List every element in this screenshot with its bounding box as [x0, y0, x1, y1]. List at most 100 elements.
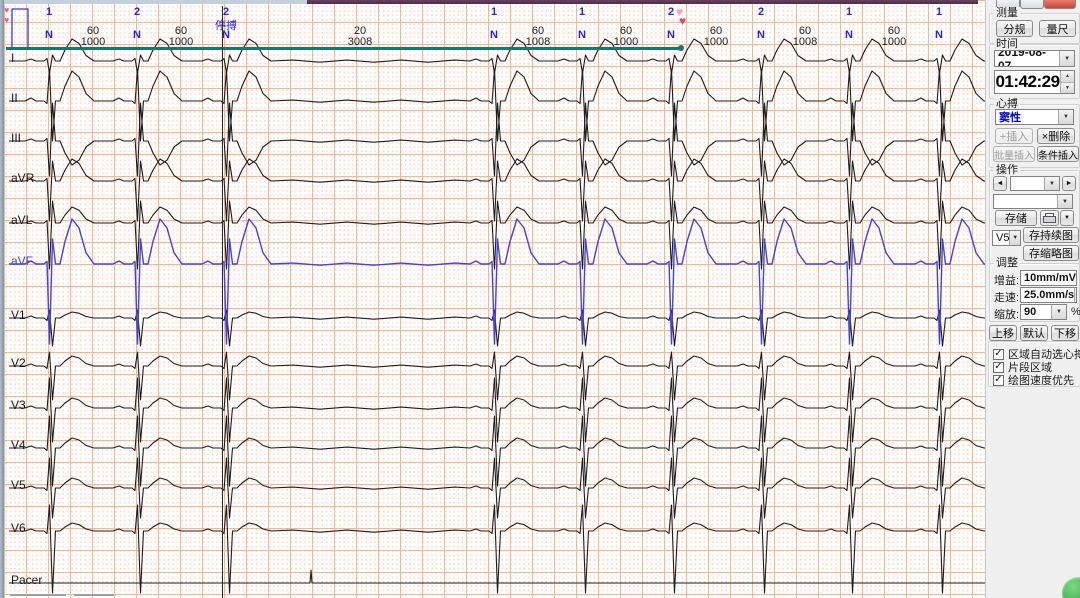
beat-type-label[interactable]: N [845, 29, 853, 41]
beat-number[interactable]: 1 [846, 6, 852, 18]
event-marker-icon: ♥ [4, 15, 10, 25]
beat-number[interactable]: 1 [46, 6, 52, 18]
speed-value: 25.0mm/s [1024, 289, 1075, 301]
spin-down-icon[interactable]: ▼ [1061, 82, 1074, 93]
beat-number[interactable]: 1 [579, 6, 585, 18]
template-select[interactable]: ▼ [993, 194, 1073, 209]
ecg-waveforms [9, 8, 985, 594]
chevron-down-icon[interactable]: ▼ [1044, 177, 1059, 190]
time-cursor-line[interactable] [222, 6, 223, 598]
control-sidebar: 测量 分规 量尺 时间 2019-08-07 ▼ 01:42:29 ▲ ▼ 心搏… [985, 0, 1080, 598]
cutoff-status-text [74, 594, 114, 596]
chevron-down-icon[interactable]: ▼ [1074, 288, 1076, 302]
beat-number[interactable]: 2 [758, 6, 764, 18]
date-value: 2019-08-07 [998, 50, 1047, 67]
insert-beat-button[interactable]: +插入 [995, 128, 1033, 144]
batch-insert-button[interactable]: 批量插入 [993, 146, 1035, 162]
beat-group: 心搏 窦性 ▼ +插入 ×删除 批量插入 条件插入 [989, 98, 1080, 168]
beat-number[interactable]: 2 [134, 6, 140, 18]
beat-type-label[interactable]: N [45, 29, 53, 41]
lead-select-value: V5 [996, 232, 1010, 244]
move-up-button[interactable]: 上移 [989, 325, 1017, 341]
prev-arrow-button[interactable]: ◄ [993, 176, 1007, 191]
beat-type-label[interactable]: N [757, 29, 765, 41]
event-select[interactable]: ▼ [1010, 176, 1060, 191]
titlebar-sliver-right [307, 0, 978, 4]
close-button[interactable] [1044, 0, 1076, 9]
zoom-value: 90 [1024, 306, 1037, 318]
lead-label-Pacer: Pacer [11, 573, 43, 587]
rr-value: 1000 [881, 36, 907, 48]
lead-label-aVF: aVF [11, 254, 34, 268]
checkbox-icon[interactable]: ✓ [993, 348, 1004, 360]
selection-range-endpoint[interactable] [678, 45, 684, 51]
speed-label: 走速: [994, 292, 1020, 304]
ecg-strip-view[interactable]: 1 N 2 N 2 停搏 N 1 N 1 N 2 N ♥ ♥ 2 N 1 N 1 N 60 1000 60 1000 20 3008… [4, 0, 985, 598]
rr-value: 1000 [613, 36, 639, 48]
lead-trace-aVF [9, 218, 985, 345]
operation-group: 操作 ◄ ▼ ► ▼ 存储 ▼ V5 ▼ 存持续图 存缩略图 [989, 164, 1080, 264]
beat-type-label[interactable]: N [490, 29, 498, 41]
beat-type-select[interactable]: 窦性 ▼ [995, 109, 1074, 125]
print-options-dropdown[interactable]: ▼ [1060, 210, 1074, 226]
date-select[interactable]: 2019-08-07 ▼ [994, 50, 1075, 67]
lead-label-II: II [11, 91, 18, 105]
beat-type-label[interactable]: N [133, 29, 141, 41]
chevron-down-icon[interactable]: ▼ [1051, 305, 1066, 319]
time-value: 01:42:29 [995, 72, 1060, 91]
lead-label-V1: V1 [11, 308, 26, 322]
spin-up-icon[interactable]: ▲ [1061, 71, 1074, 83]
lead-label-V3: V3 [11, 398, 26, 412]
selection-range-line[interactable] [6, 47, 680, 50]
chevron-down-icon[interactable]: ▼ [1059, 51, 1074, 66]
gain-value: 10mm/mV [1024, 272, 1076, 284]
beat-number[interactable]: 1 [936, 6, 942, 18]
checkbox-label: 绘图速度优先 [1008, 375, 1074, 387]
save-thumbnail-button[interactable]: 存缩略图 [1023, 245, 1079, 261]
time-group-title: 时间 [994, 38, 1020, 50]
beat-number[interactable]: 2 [668, 6, 674, 18]
chevron-down-icon[interactable]: ▼ [1009, 231, 1020, 245]
holter-analysis-window: 1 N 2 N 2 停搏 N 1 N 1 N 2 N ♥ ♥ 2 N 1 N 1 N 60 1000 60 1000 20 3008… [0, 0, 1080, 598]
option-checkbox-row[interactable]: ✓ 绘图速度优先 [993, 372, 1074, 388]
maximize-button[interactable] [1020, 0, 1044, 9]
operation-group-title: 操作 [994, 164, 1020, 176]
lead-select[interactable]: V5 ▼ [992, 230, 1021, 246]
beat-type-label[interactable]: N [935, 29, 943, 41]
chevron-down-icon[interactable]: ▼ [1058, 110, 1073, 124]
beat-type-label[interactable]: N [667, 29, 675, 41]
conditional-insert-button[interactable]: 条件插入 [1037, 146, 1079, 162]
gain-select[interactable]: 10mm/mV ▼ [1020, 270, 1077, 286]
checkbox-icon[interactable]: ✓ [993, 361, 1004, 373]
lead-trace-I [9, 38, 985, 74]
caliper-button[interactable]: 分规 [996, 20, 1033, 37]
print-button[interactable] [1040, 210, 1059, 226]
adjust-group: 调整 增益: 10mm/mV ▼ 走速: 25.0mm/s ▼ 缩放: 90 ▼… [989, 257, 1080, 322]
rr-value: 1000 [703, 36, 729, 48]
time-spinner[interactable]: 01:42:29 ▲ ▼ [994, 70, 1075, 94]
default-button[interactable]: 默认 [1020, 325, 1048, 341]
delete-beat-button[interactable]: ×删除 [1037, 128, 1075, 144]
beat-number[interactable]: 1 [491, 6, 497, 18]
save-continuous-button[interactable]: 存持续图 [1023, 227, 1079, 243]
save-button[interactable]: 存储 [995, 210, 1037, 226]
beat-type-value: 窦性 [999, 112, 1021, 124]
lead-label-V5: V5 [11, 478, 26, 492]
checkbox-icon[interactable]: ✓ [993, 374, 1004, 386]
next-arrow-button[interactable]: ► [1062, 176, 1076, 191]
beat-type-label[interactable]: N [578, 29, 586, 41]
ruler-button[interactable]: 量尺 [1039, 20, 1076, 37]
lead-label-V6: V6 [11, 521, 26, 535]
chevron-down-icon[interactable]: ▼ [1057, 195, 1072, 208]
speed-select[interactable]: 25.0mm/s ▼ [1020, 287, 1077, 303]
heart-marker-icon[interactable]: ♥ [679, 15, 686, 27]
zoom-select[interactable]: 90 ▼ [1020, 304, 1067, 320]
lead-label-V2: V2 [11, 356, 26, 370]
beat-type-label[interactable]: N [222, 29, 230, 41]
titlebar-sliver-left [4, 0, 307, 4]
move-down-button[interactable]: 下移 [1051, 325, 1079, 341]
chevron-down-icon[interactable]: ▼ [1075, 271, 1076, 285]
time-group: 时间 2019-08-07 ▼ 01:42:29 ▲ ▼ [989, 38, 1080, 99]
event-marker-icon: ♥ [4, 5, 10, 15]
gain-label: 增益: [994, 275, 1020, 287]
